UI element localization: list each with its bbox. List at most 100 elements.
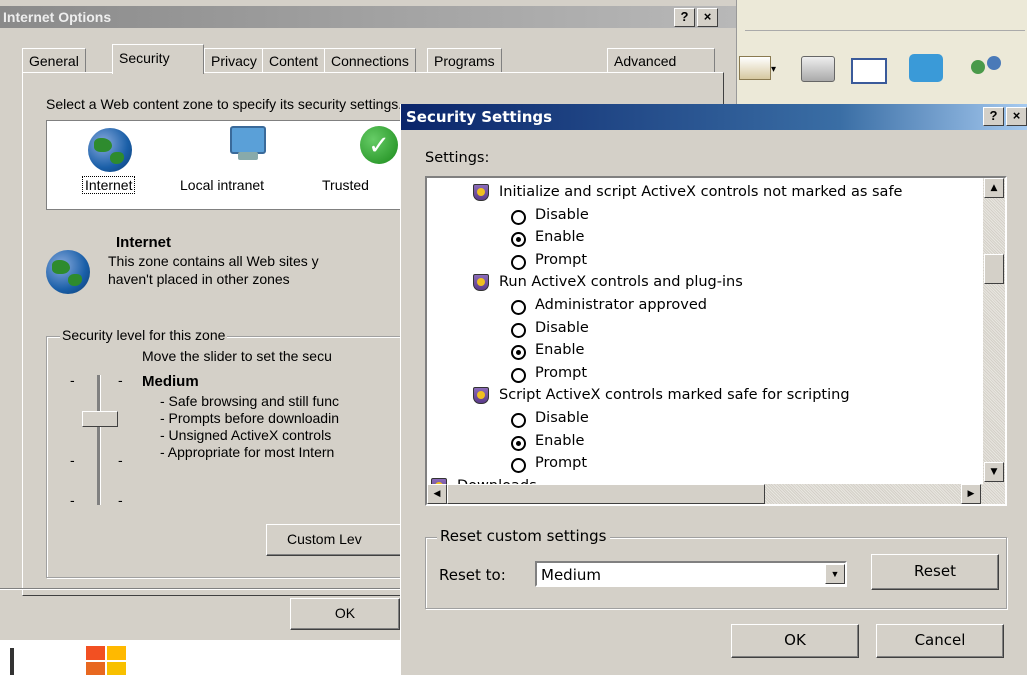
setting-group-label: Script ActiveX controls marked safe for … xyxy=(499,387,850,404)
settings-label: Settings: xyxy=(425,150,490,166)
zone-local-intranet-label[interactable]: Local intranet xyxy=(180,177,264,193)
internet-options-title: Internet Options xyxy=(3,9,112,25)
radio-selected-icon[interactable] xyxy=(511,232,526,248)
custom-level-button[interactable]: Custom Lev xyxy=(266,524,416,556)
horizontal-scroll-thumb[interactable] xyxy=(447,484,765,504)
setting-option-label: Disable xyxy=(535,319,589,336)
setting-option-label: Disable xyxy=(535,206,589,223)
browser-toolbar-strip: ▾ xyxy=(736,0,1027,105)
scroll-up-arrow-icon[interactable]: ▲ xyxy=(984,178,1004,198)
dropdown-arrow-icon[interactable]: ▼ xyxy=(825,564,845,584)
windows-logo-icon[interactable] xyxy=(86,646,126,675)
local-intranet-monitor-icon[interactable] xyxy=(222,126,270,164)
radio-selected-icon[interactable] xyxy=(511,435,526,451)
radio-unselected-icon[interactable] xyxy=(511,254,526,270)
slider-tick: - xyxy=(118,452,123,468)
setting-group-label: Run ActiveX controls and plug-ins xyxy=(499,274,743,291)
close-button[interactable]: × xyxy=(697,8,718,27)
radio-selected-icon[interactable] xyxy=(511,345,526,361)
mail-dropdown-chevron-icon[interactable]: ▾ xyxy=(771,64,776,75)
settings-horizontal-scrollbar[interactable]: ◀ ▶ xyxy=(427,484,983,504)
radio-unselected-icon[interactable] xyxy=(511,367,526,383)
zone-prompt: Select a Web content zone to specify its… xyxy=(46,96,403,112)
setting-option-label: Enable xyxy=(535,342,585,359)
internet-zone-globe-icon[interactable] xyxy=(88,128,132,172)
security-slider-track[interactable] xyxy=(97,375,101,505)
tab-connections[interactable]: Connections xyxy=(324,48,416,72)
zone-description-globe-icon xyxy=(46,250,90,294)
setting-option-label: Disable xyxy=(535,410,589,426)
reset-to-label: Reset to: xyxy=(439,566,506,584)
activex-shield-icon xyxy=(473,184,489,201)
radio-unselected-icon[interactable] xyxy=(511,458,526,474)
reset-button[interactable]: Reset xyxy=(871,554,999,590)
taskbar-area xyxy=(0,640,400,675)
mail-icon[interactable] xyxy=(739,56,771,80)
level-point: - Unsigned ActiveX controls xyxy=(160,427,332,443)
security-settings-titlebar: Security Settings ? × xyxy=(401,104,1027,130)
tab-privacy[interactable]: Privacy xyxy=(204,48,264,72)
activex-shield-icon xyxy=(473,274,489,292)
security-settings-cancel-button[interactable]: Cancel xyxy=(876,624,1004,658)
scroll-down-arrow-icon[interactable]: ▼ xyxy=(984,462,1004,482)
radio-unselected-icon[interactable] xyxy=(511,209,526,225)
reset-to-value: Medium xyxy=(541,566,601,584)
reset-group-label: Reset custom settings xyxy=(437,527,610,545)
slider-tick: - xyxy=(118,372,123,388)
reset-to-select[interactable]: Medium ▼ xyxy=(535,561,847,587)
tab-security[interactable]: Security xyxy=(112,44,204,74)
contacts-icon[interactable] xyxy=(969,56,1009,82)
tab-programs[interactable]: Programs xyxy=(427,48,502,72)
taskbar-divider xyxy=(10,648,14,675)
setting-option-label: Enable xyxy=(535,229,585,246)
zone-description-line-1: This zone contains all Web sites y xyxy=(108,253,319,269)
settings-vertical-scrollbar[interactable]: ▲ ▼ xyxy=(983,178,1005,504)
slider-tick: - xyxy=(70,492,75,508)
level-point: - Prompts before downloadin xyxy=(160,410,339,426)
help-button[interactable]: ? xyxy=(983,107,1004,126)
setting-option-label: Enable xyxy=(535,432,585,449)
security-settings-title: Security Settings xyxy=(406,108,553,126)
setting-option-label: Prompt xyxy=(535,455,588,472)
edit-icon[interactable] xyxy=(851,58,887,84)
security-slider-thumb[interactable] xyxy=(82,411,118,427)
security-settings-dialog: Security Settings ? × Settings: Initiali… xyxy=(400,104,1027,675)
slider-tick: - xyxy=(70,372,75,388)
slider-hint: Move the slider to set the secu xyxy=(142,348,332,364)
zone-description-line-2: haven't placed in other zones xyxy=(108,271,290,287)
security-level-name: Medium xyxy=(142,373,199,390)
zone-heading: Internet xyxy=(116,234,172,251)
scroll-right-arrow-icon[interactable]: ▶ xyxy=(961,484,981,504)
level-point: - Safe browsing and still func xyxy=(160,393,339,409)
setting-group-label: Initialize and script ActiveX controls n… xyxy=(499,184,903,200)
radio-unselected-icon[interactable] xyxy=(511,300,526,315)
setting-option-label: Administrator approved xyxy=(535,297,707,313)
setting-option-label: Prompt xyxy=(535,364,588,381)
zone-internet-label[interactable]: Internet xyxy=(82,176,136,194)
vertical-scroll-thumb[interactable] xyxy=(984,254,1004,284)
tab-general[interactable]: General xyxy=(22,48,86,72)
radio-unselected-icon[interactable] xyxy=(511,413,526,428)
help-button[interactable]: ? xyxy=(674,8,695,27)
radio-unselected-icon[interactable] xyxy=(511,322,526,338)
setting-option-label: Prompt xyxy=(535,251,588,268)
security-settings-ok-button[interactable]: OK xyxy=(731,624,859,658)
scroll-left-arrow-icon[interactable]: ◀ xyxy=(427,484,447,504)
settings-tree-list[interactable]: Initialize and script ActiveX controls n… xyxy=(425,176,1007,506)
slider-tick: - xyxy=(118,492,123,508)
level-point: - Appropriate for most Intern xyxy=(160,444,335,460)
activex-shield-icon xyxy=(473,387,489,405)
security-level-label: Security level for this zone xyxy=(60,327,228,343)
internet-options-titlebar: Internet Options ? × xyxy=(0,6,736,28)
close-button[interactable]: × xyxy=(1006,107,1027,126)
print-icon[interactable] xyxy=(801,56,835,82)
slider-tick: - xyxy=(70,452,75,468)
internet-options-ok-button[interactable]: OK xyxy=(290,598,400,630)
zone-trusted-label[interactable]: Trusted xyxy=(322,177,369,193)
toolbar: ▾ xyxy=(737,44,1027,94)
trusted-sites-checkmark-icon[interactable]: ✓ xyxy=(360,126,398,164)
tab-advanced[interactable]: Advanced xyxy=(607,48,715,72)
toolbar-separator xyxy=(745,10,1025,31)
messenger-icon[interactable] xyxy=(909,54,943,82)
tab-content[interactable]: Content xyxy=(262,48,326,72)
